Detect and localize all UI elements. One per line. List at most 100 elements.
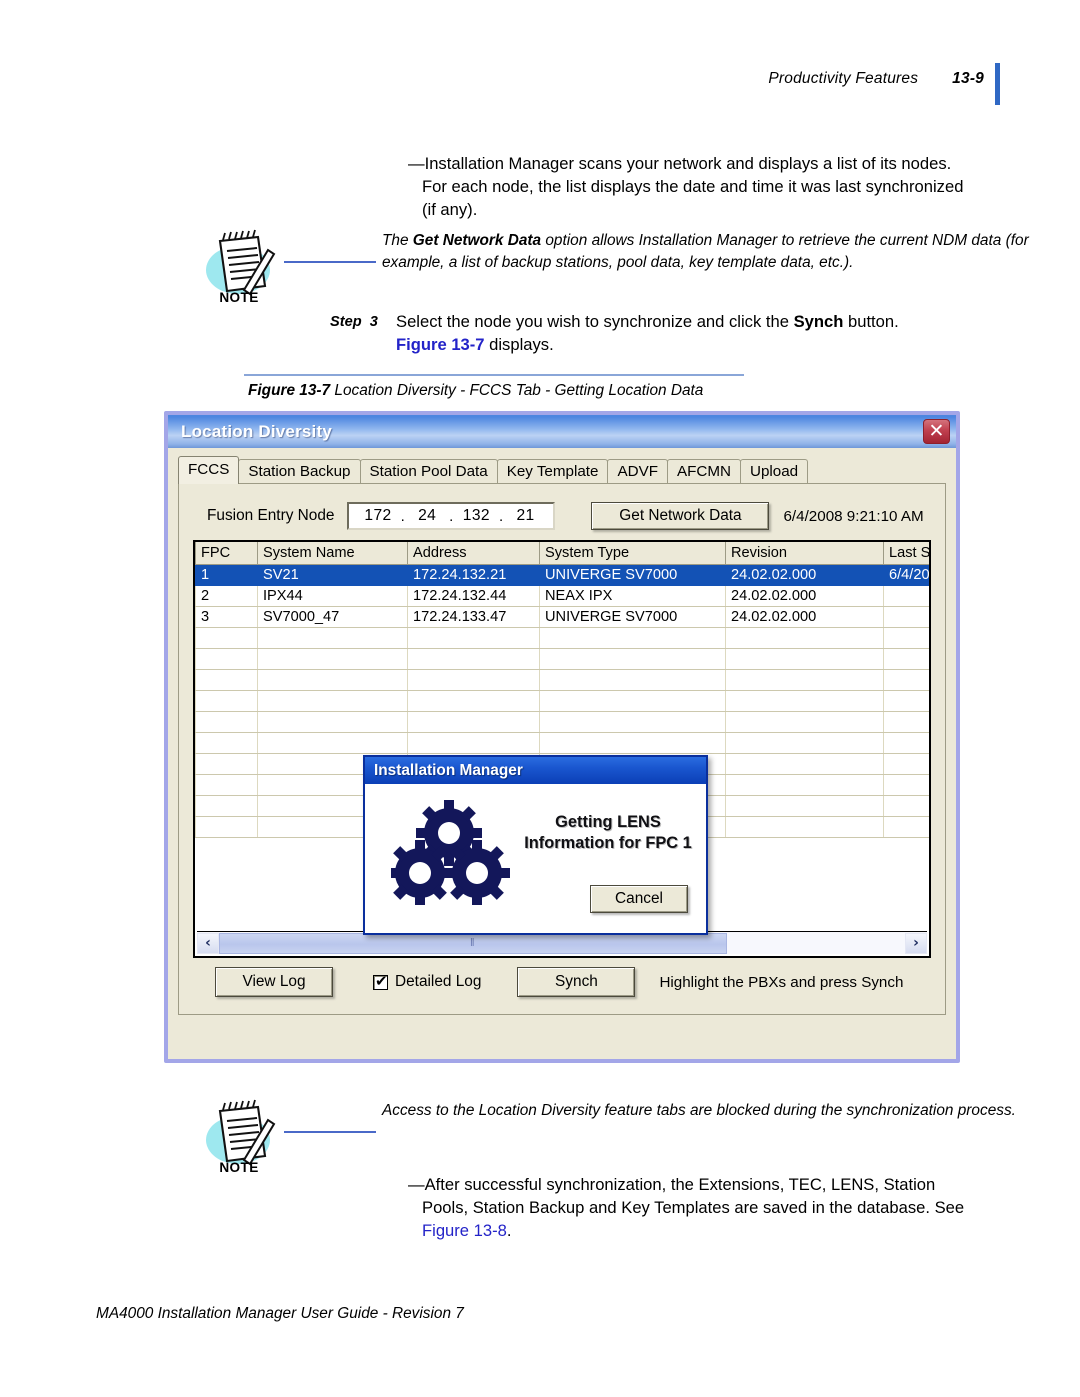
cell-empty <box>407 647 540 670</box>
table-row[interactable] <box>195 689 929 712</box>
ip-dot-2: . <box>449 507 454 525</box>
outro-text-tail: . <box>506 1221 512 1241</box>
cell-empty <box>883 752 929 775</box>
cell-empty <box>195 689 258 712</box>
column-header-system-type[interactable]: System Type <box>539 542 726 565</box>
column-header-system-name[interactable]: System Name <box>257 542 408 565</box>
cell-system-name: SV7000_47 <box>257 605 408 628</box>
cell-system-type: UNIVERGE SV7000 <box>539 563 726 586</box>
table-row[interactable] <box>195 647 929 670</box>
tab-advf[interactable]: ADVF <box>607 459 668 484</box>
note-block-top: NOTE The Get Network Data option allows … <box>196 228 1029 312</box>
step-label: Step 3 <box>330 310 396 357</box>
location-diversity-window: Location Diversity ✕ FCCS Station Backup… <box>164 411 960 1063</box>
column-header-fpc[interactable]: FPC <box>195 542 258 565</box>
fusion-entry-ip-input[interactable]: 172 . 24 . 132 . 21 <box>347 502 556 530</box>
cell-empty <box>195 731 258 754</box>
synch-button[interactable]: Synch <box>517 967 636 997</box>
cell-empty <box>725 752 884 775</box>
cell-empty <box>725 731 884 754</box>
checkbox-box[interactable]: ✔ <box>373 971 388 990</box>
fccs-tab-panel: Fusion Entry Node 172 . 24 . 132 . 21 Ge… <box>178 483 946 1015</box>
step-word: Step <box>330 314 362 330</box>
note-label: NOTE <box>219 290 259 305</box>
note-text-top: The Get Network Data option allows Insta… <box>382 230 1058 274</box>
cell-empty <box>539 668 726 691</box>
step-number: 3 <box>369 314 378 330</box>
column-header-address[interactable]: Address <box>407 542 540 565</box>
modal-titlebar: Installation Manager <box>365 757 706 784</box>
cancel-button[interactable]: Cancel <box>590 885 688 913</box>
tab-fccs[interactable]: FCCS <box>178 456 240 484</box>
check-icon: ✔ <box>375 971 388 990</box>
cell-empty <box>725 794 884 817</box>
scrollbar-track[interactable]: ‖ <box>219 932 905 954</box>
tab-station-pool-data[interactable]: Station Pool Data <box>359 459 498 484</box>
tab-key-template[interactable]: Key Template <box>496 459 609 484</box>
ip-octet-4: 21 <box>516 507 535 524</box>
fusion-entry-row: Fusion Entry Node 172 . 24 . 132 . 21 Ge… <box>207 501 929 531</box>
cell-empty <box>883 794 929 817</box>
cell-empty <box>539 689 726 712</box>
cell-empty <box>195 815 258 838</box>
scrollbar-thumb[interactable]: ‖ <box>219 932 727 954</box>
table-row[interactable] <box>195 626 929 649</box>
table-header-row: FPC System Name Address System Type Revi… <box>195 542 929 565</box>
cell-empty <box>195 710 258 733</box>
modal-body: Getting LENS Information for FPC 1 Cance… <box>367 786 704 931</box>
modal-message-line1: Getting LENS <box>555 813 661 831</box>
page-footer: MA4000 Installation Manager User Guide -… <box>96 1305 464 1322</box>
note-rule <box>284 1131 376 1133</box>
note-rule <box>284 261 376 263</box>
cell-empty <box>725 773 884 796</box>
cell-system-name: IPX44 <box>257 584 408 607</box>
close-icon[interactable]: ✕ <box>923 419 950 444</box>
column-header-revision[interactable]: Revision <box>725 542 884 565</box>
table-row[interactable] <box>195 668 929 691</box>
scroll-right-icon[interactable]: › <box>905 932 927 954</box>
cell-revision: 24.02.02.000 <box>725 605 884 628</box>
tab-afcmn[interactable]: AFCMN <box>666 459 741 484</box>
cell-system-type: UNIVERGE SV7000 <box>539 605 726 628</box>
get-network-data-button[interactable]: Get Network Data <box>591 502 770 530</box>
cell-revision: 24.02.02.000 <box>725 563 884 586</box>
outro-text-lead: After successful synchronization, the Ex… <box>422 1175 965 1218</box>
cell-last-sync <box>883 584 929 607</box>
cell-empty <box>883 668 929 691</box>
page-header: Productivity Features 13-9 <box>768 70 984 88</box>
table-row[interactable]: 1 SV21 172.24.132.21 UNIVERGE SV7000 24.… <box>195 563 929 586</box>
cell-empty <box>257 668 408 691</box>
tab-upload[interactable]: Upload <box>739 459 809 484</box>
fusion-entry-label: Fusion Entry Node <box>207 507 335 524</box>
view-log-button[interactable]: View Log <box>215 967 333 997</box>
cell-address: 172.24.133.47 <box>407 605 540 628</box>
cell-fpc: 1 <box>195 563 258 586</box>
outro-paragraph: —After successful synchronization, the E… <box>408 1173 980 1243</box>
figure-13-7-link[interactable]: Figure 13-7 <box>396 335 485 354</box>
table-row[interactable]: 2 IPX44 172.24.132.44 NEAX IPX 24.02.02.… <box>195 584 929 607</box>
table-row[interactable] <box>195 731 929 754</box>
scroll-left-icon[interactable]: ‹ <box>197 932 219 954</box>
detailed-log-checkbox[interactable]: ✔ Detailed Log <box>373 971 481 991</box>
cell-empty <box>725 815 884 838</box>
cell-address: 172.24.132.21 <box>407 563 540 586</box>
cell-system-name: SV21 <box>257 563 408 586</box>
cell-empty <box>883 815 929 838</box>
figure-13-8-link[interactable]: Figure 13-8 <box>422 1221 507 1240</box>
cell-address: 172.24.132.44 <box>407 584 540 607</box>
cell-empty <box>195 626 258 649</box>
step-synch-emphasis: Synch <box>793 312 844 331</box>
last-retrieved-timestamp: 6/4/2008 9:21:10 AM <box>783 507 924 525</box>
column-header-last-sync[interactable]: Last Sync <box>883 542 929 565</box>
cell-revision: 24.02.02.000 <box>725 584 884 607</box>
cell-empty <box>257 626 408 649</box>
cell-empty <box>725 647 884 670</box>
table-row[interactable] <box>195 710 929 733</box>
cell-empty <box>883 731 929 754</box>
cell-empty <box>539 731 726 754</box>
figure-caption-text: Location Diversity - FCCS Tab - Getting … <box>334 382 704 399</box>
cell-empty <box>195 794 258 817</box>
table-row[interactable]: 3 SV7000_47 172.24.133.47 UNIVERGE SV700… <box>195 605 929 628</box>
cell-empty <box>407 668 540 691</box>
tab-station-backup[interactable]: Station Backup <box>238 459 361 484</box>
